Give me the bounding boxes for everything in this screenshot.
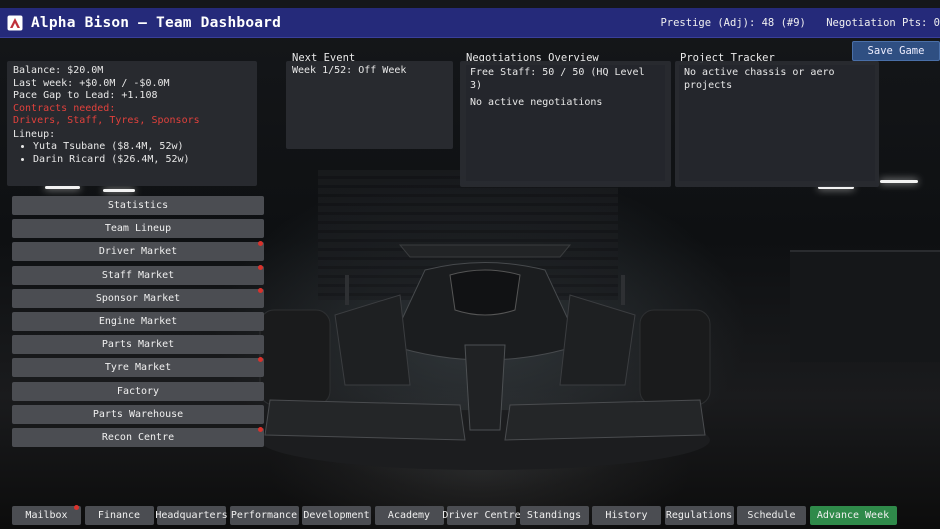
- parts-warehouse-button[interactable]: Parts Warehouse: [12, 404, 264, 424]
- advance-week-button[interactable]: Advance Week: [809, 506, 897, 525]
- recon-centre-button[interactable]: Recon Centre: [12, 426, 264, 447]
- negotiation-points-readout: Negotiation Pts: 0: [826, 16, 940, 29]
- tab-label: Standings: [526, 510, 582, 521]
- tab-label: Mailbox: [25, 510, 68, 521]
- next-event-panel: Week 1/52: Off Week: [286, 61, 453, 149]
- page-title: Alpha Bison — Team Dashboard: [31, 14, 282, 31]
- free-staff-text: Free Staff: 50 / 50 (HQ Level 3): [470, 67, 645, 91]
- tyre-market-button[interactable]: Tyre Market: [12, 357, 264, 378]
- tab-label: Regulations: [665, 510, 733, 521]
- tab-label: History: [605, 510, 648, 521]
- lineup-label: Lineup:: [13, 128, 56, 140]
- side-menu: Statistics Team Lineup Driver Market Sta…: [12, 196, 264, 451]
- tab-label: Headquarters: [155, 510, 228, 521]
- ceiling-light: [103, 189, 135, 192]
- menu-label: Parts Market: [101, 339, 175, 351]
- tab-label: Driver Centre: [442, 510, 521, 521]
- menu-label: Driver Market: [98, 246, 178, 258]
- prestige-readout: Prestige (Adj): 48 (#9): [660, 16, 806, 29]
- tab-driver-centre[interactable]: Driver Centre: [442, 506, 521, 525]
- tab-schedule[interactable]: Schedule: [737, 506, 806, 525]
- alert-dot-icon: [258, 426, 263, 432]
- lineup-list: Yuta Tsubane ($8.4M, 52w) Darin Ricard (…: [13, 141, 251, 166]
- parts-market-button[interactable]: Parts Market: [12, 335, 264, 355]
- menu-label: Parts Warehouse: [92, 408, 184, 420]
- alert-dot-icon: [258, 264, 263, 270]
- statistics-button[interactable]: Statistics: [12, 196, 264, 215]
- tab-performance[interactable]: Performance: [229, 506, 299, 525]
- ceiling-light: [880, 180, 918, 183]
- team-lineup-button[interactable]: Team Lineup: [12, 219, 264, 239]
- balance-text: Balance: $20.0M: [13, 65, 104, 76]
- menu-label: Recon Centre: [101, 431, 175, 443]
- tab-label: Schedule: [747, 510, 796, 521]
- engine-market-button[interactable]: Engine Market: [12, 311, 264, 331]
- pace-gap-text: Pace Gap to Lead: +1.108: [13, 90, 158, 101]
- tab-mailbox[interactable]: Mailbox: [12, 505, 81, 525]
- ceiling-light: [45, 186, 80, 189]
- lineup-driver: Yuta Tsubane ($8.4M, 52w): [33, 141, 251, 154]
- save-game-button[interactable]: Save Game: [852, 41, 940, 61]
- tab-academy[interactable]: Academy: [374, 506, 444, 525]
- tab-development[interactable]: Development: [302, 506, 371, 525]
- tab-headquarters[interactable]: Headquarters: [155, 506, 228, 525]
- menu-label: Sponsor Market: [95, 292, 181, 304]
- bottom-navigation: Mailbox Finance Headquarters Performance…: [12, 505, 940, 526]
- tab-finance[interactable]: Finance: [84, 506, 154, 525]
- menu-label: Tyre Market: [104, 362, 172, 374]
- tab-standings[interactable]: Standings: [519, 506, 589, 525]
- alert-dot-icon: [258, 241, 263, 247]
- tab-regulations[interactable]: Regulations: [664, 506, 734, 525]
- tab-label: Development: [303, 510, 370, 521]
- project-tracker-panel: No active chassis or aero projects: [675, 61, 879, 187]
- next-event-text: Week 1/52: Off Week: [292, 65, 407, 76]
- sponsor-market-button[interactable]: Sponsor Market: [12, 287, 264, 308]
- contracts-needed-list: Drivers, Staff, Tyres, Sponsors: [13, 115, 200, 126]
- driver-market-button[interactable]: Driver Market: [12, 241, 264, 262]
- menu-label: Factory: [116, 385, 160, 397]
- menu-label: Engine Market: [98, 315, 178, 327]
- race-car-image: [259, 244, 711, 470]
- tab-history[interactable]: History: [592, 506, 661, 525]
- negotiations-panel: Free Staff: 50 / 50 (HQ Level 3) No acti…: [460, 61, 671, 187]
- title-bar: Alpha Bison — Team Dashboard Prestige (A…: [0, 8, 940, 37]
- factory-button[interactable]: Factory: [12, 381, 264, 401]
- projects-status-text: No active chassis or aero projects: [684, 67, 835, 91]
- negotiations-status-text: No active negotiations: [470, 97, 603, 108]
- team-logo-icon: [7, 15, 23, 30]
- alert-dot-icon: [258, 287, 263, 293]
- menu-label: Team Lineup: [104, 223, 172, 235]
- last-week-text: Last week: +$0.0M / -$0.0M: [13, 77, 170, 89]
- finance-summary-panel: Balance: $20.0M Last week: +$0.0M / -$0.…: [7, 61, 257, 186]
- tab-label: Academy: [387, 510, 431, 521]
- tab-label: Finance: [97, 510, 141, 521]
- contracts-needed-label: Contracts needed:: [13, 102, 116, 114]
- lineup-driver: Darin Ricard ($26.4M, 52w): [33, 154, 251, 167]
- workbench: [790, 250, 940, 362]
- tab-label: Performance: [230, 510, 298, 521]
- advance-week-label: Advance Week: [816, 510, 890, 521]
- alert-dot-icon: [74, 505, 79, 510]
- alert-dot-icon: [258, 357, 263, 363]
- menu-label: Statistics: [107, 200, 169, 211]
- header-stats: Prestige (Adj): 48 (#9) Negotiation Pts:…: [646, 17, 940, 29]
- staff-market-button[interactable]: Staff Market: [12, 264, 264, 285]
- menu-label: Staff Market: [101, 269, 175, 281]
